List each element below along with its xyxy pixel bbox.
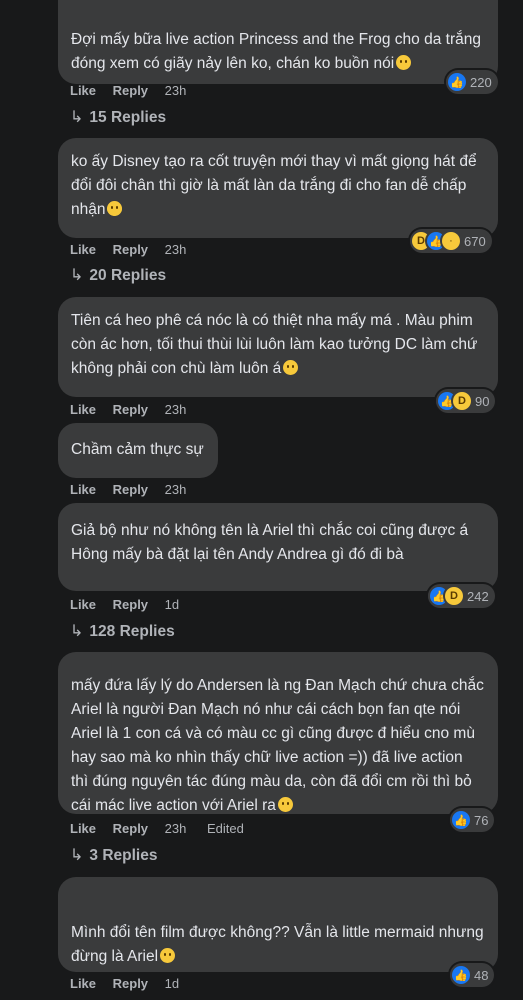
comment: mấy đứa lấy lý do Andersen là ng Đan Mạc… [58, 652, 498, 814]
like-button[interactable]: Like [70, 976, 96, 991]
haha-reaction-icon: D [445, 587, 463, 605]
view-replies-link[interactable]: ↳ 15 Replies [70, 107, 166, 127]
comment-time[interactable]: 23h [165, 83, 187, 98]
comment-bubble: Giả bộ như nó không tên là Ariel thì chắ… [58, 503, 498, 591]
comment-text: Chầm cảm thực sự [71, 441, 204, 458]
comment: Chầm cảm thực sự [58, 423, 218, 478]
reaction-summary[interactable]: 👍 D 242 [428, 584, 495, 608]
reply-button[interactable]: Reply [113, 597, 148, 612]
comment-actions: Like Reply 23h Edited [70, 821, 257, 836]
reply-button[interactable]: Reply [113, 242, 148, 257]
like-button[interactable]: Like [70, 482, 96, 497]
like-button[interactable]: Like [70, 597, 96, 612]
replies-count[interactable]: 3 Replies [89, 847, 157, 864]
comment-text: Tiên cá heo phê cá nóc là có thiệt nha m… [71, 312, 478, 377]
like-button[interactable]: Like [70, 242, 96, 257]
reply-arrow-icon: ↳ [70, 267, 84, 284]
reply-arrow-icon: ↳ [70, 847, 84, 864]
emoji-icon [396, 55, 412, 70]
comment-text: ko ấy Disney tạo ra cốt truyện mới thay … [71, 153, 477, 218]
reply-button[interactable]: Reply [113, 83, 148, 98]
reaction-summary[interactable]: 👍 48 [450, 963, 495, 987]
comment-bubble: Chầm cảm thực sự [58, 423, 218, 478]
like-button[interactable]: Like [70, 83, 96, 98]
haha-reaction-icon: D [453, 392, 471, 410]
comment-text: mấy đứa lấy lý do Andersen là ng Đan Mạc… [71, 677, 484, 814]
comment-text: Đợi mấy bữa live action Princess and the… [71, 31, 481, 72]
comment-time[interactable]: 23h [165, 242, 187, 257]
comment-bubble: Tiên cá heo phê cá nóc là có thiệt nha m… [58, 297, 498, 397]
comment-time[interactable]: 23h [165, 482, 187, 497]
comment-time[interactable]: 23h [165, 402, 187, 417]
like-reaction-icon: 👍 [448, 73, 466, 91]
comment-time[interactable]: 23h [165, 821, 187, 836]
comment-bubble: mấy đứa lấy lý do Andersen là ng Đan Mạc… [58, 652, 498, 814]
edited-label: Edited [207, 821, 244, 836]
comment-bubble: Mình đổi tên film được không?? Vẫn là li… [58, 877, 498, 972]
reply-button[interactable]: Reply [113, 821, 148, 836]
reaction-count: 90 [475, 393, 490, 409]
replies-count[interactable]: 15 Replies [89, 109, 166, 126]
emoji-icon [277, 797, 293, 812]
reply-button[interactable]: Reply [113, 976, 148, 991]
emoji-icon [107, 201, 123, 216]
comment-text: Giả bộ như nó không tên là Ariel thì chắ… [71, 522, 469, 563]
reply-arrow-icon: ↳ [70, 109, 84, 126]
comment-time[interactable]: 1d [165, 976, 179, 991]
comment-time[interactable]: 1d [165, 597, 179, 612]
reaction-count: 242 [467, 588, 489, 604]
reaction-count: 48 [474, 967, 489, 983]
reply-button[interactable]: Reply [113, 482, 148, 497]
comment-actions: Like Reply 1d [70, 597, 192, 612]
replies-count[interactable]: 128 Replies [89, 623, 174, 640]
reaction-summary[interactable]: 👍 220 [446, 70, 498, 94]
comment: ko ấy Disney tạo ra cốt truyện mới thay … [58, 138, 498, 238]
reaction-count: 220 [470, 74, 492, 90]
comment: Tiên cá heo phê cá nóc là có thiệt nha m… [58, 297, 498, 397]
reply-button[interactable]: Reply [113, 402, 148, 417]
comment-bubble: ko ấy Disney tạo ra cốt truyện mới thay … [58, 138, 498, 238]
comment: Giả bộ như nó không tên là Ariel thì chắ… [58, 503, 498, 591]
comment-actions: Like Reply 23h [70, 402, 199, 417]
comment-actions: Like Reply 23h [70, 242, 199, 257]
emoji-icon [160, 948, 176, 963]
like-reaction-icon: 👍 [452, 966, 470, 984]
replies-count[interactable]: 20 Replies [89, 267, 166, 284]
comment-actions: Like Reply 23h [70, 83, 199, 98]
comment: Mình đổi tên film được không?? Vẫn là li… [58, 877, 498, 972]
emoji-icon [283, 360, 299, 375]
reaction-summary[interactable]: 👍 76 [450, 808, 495, 832]
like-button[interactable]: Like [70, 821, 96, 836]
reply-arrow-icon: ↳ [70, 623, 84, 640]
sad-reaction-icon: · [442, 232, 460, 250]
comment-actions: Like Reply 23h [70, 482, 199, 497]
like-reaction-icon: 👍 [452, 811, 470, 829]
comment-bubble: Đợi mấy bữa live action Princess and the… [58, 0, 498, 84]
comment-actions: Like Reply 1d [70, 976, 192, 991]
reaction-summary[interactable]: D 👍 · 670 [410, 229, 492, 253]
like-button[interactable]: Like [70, 402, 96, 417]
view-replies-link[interactable]: ↳ 128 Replies [70, 621, 175, 641]
view-replies-link[interactable]: ↳ 3 Replies [70, 845, 157, 865]
reaction-count: 76 [474, 812, 489, 828]
view-replies-link[interactable]: ↳ 20 Replies [70, 265, 166, 285]
reaction-count: 670 [464, 233, 486, 249]
comment: Đợi mấy bữa live action Princess and the… [58, 0, 498, 84]
comment-text: Mình đổi tên film được không?? Vẫn là li… [71, 924, 484, 965]
reaction-summary[interactable]: 👍 D 90 [436, 389, 496, 413]
